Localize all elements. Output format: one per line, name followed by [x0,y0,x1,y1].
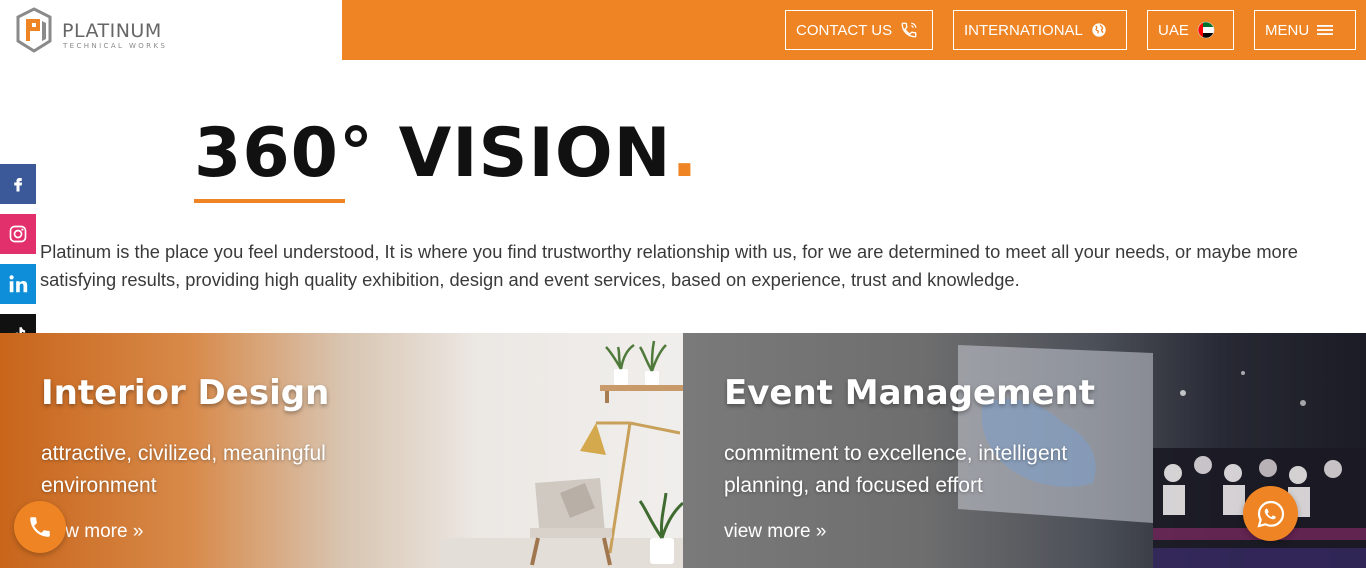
event-management-view-more-link[interactable]: view more » [724,521,826,543]
hamburger-icon [1317,25,1334,35]
instagram-link[interactable] [0,214,36,254]
menu-label: MENU [1265,21,1310,39]
event-management-description: commitment to excellence, intelligent pl… [724,442,1068,497]
menu-button[interactable]: MENU [1254,10,1356,50]
logo-wordmark: PLATINUM [62,20,162,42]
linkedin-link[interactable] [0,264,36,304]
phone-icon [30,517,50,537]
linkedin-icon [9,275,28,293]
whatsapp-button[interactable] [1243,486,1298,541]
site-header: PLATINUM TECHNICAL WORKS CONTACT US INTE… [0,0,1366,60]
headline-underline [194,199,345,203]
region-label: UAE [1158,21,1189,39]
hero-headline-text: 360° VISION [194,114,672,193]
international-label: INTERNATIONAL [964,21,1083,39]
call-button[interactable] [14,501,66,553]
international-button[interactable]: INTERNATIONAL [953,10,1127,50]
logo-mark-icon [16,7,52,53]
contact-us-button[interactable]: CONTACT US [785,10,933,50]
interior-design-description: attractive, civilized, meaningful enviro… [41,442,326,497]
interior-design-card[interactable]: Interior Design attractive, civilized, m… [0,333,683,568]
logo[interactable]: PLATINUM TECHNICAL WORKS [0,0,342,60]
facebook-link[interactable] [0,164,36,204]
page: PLATINUM TECHNICAL WORKS CONTACT US INTE… [0,0,1366,568]
whatsapp-icon [1256,500,1284,528]
logo-subtitle: TECHNICAL WORKS [63,42,168,50]
phone-icon [901,22,917,38]
region-selector-button[interactable]: UAE [1147,10,1234,50]
globe-icon [1092,23,1106,37]
contact-us-label: CONTACT US [796,21,893,39]
instagram-icon [9,225,27,243]
hero-headline: 360° VISION. [194,116,698,192]
event-management-title: Event Management [724,373,1096,413]
intro-paragraph: Platinum is the place you feel understoo… [40,241,1298,290]
interior-design-title: Interior Design [41,373,330,413]
uae-flag-icon [1197,21,1215,39]
facebook-icon [14,178,23,192]
hero-headline-dot: . [671,114,699,193]
